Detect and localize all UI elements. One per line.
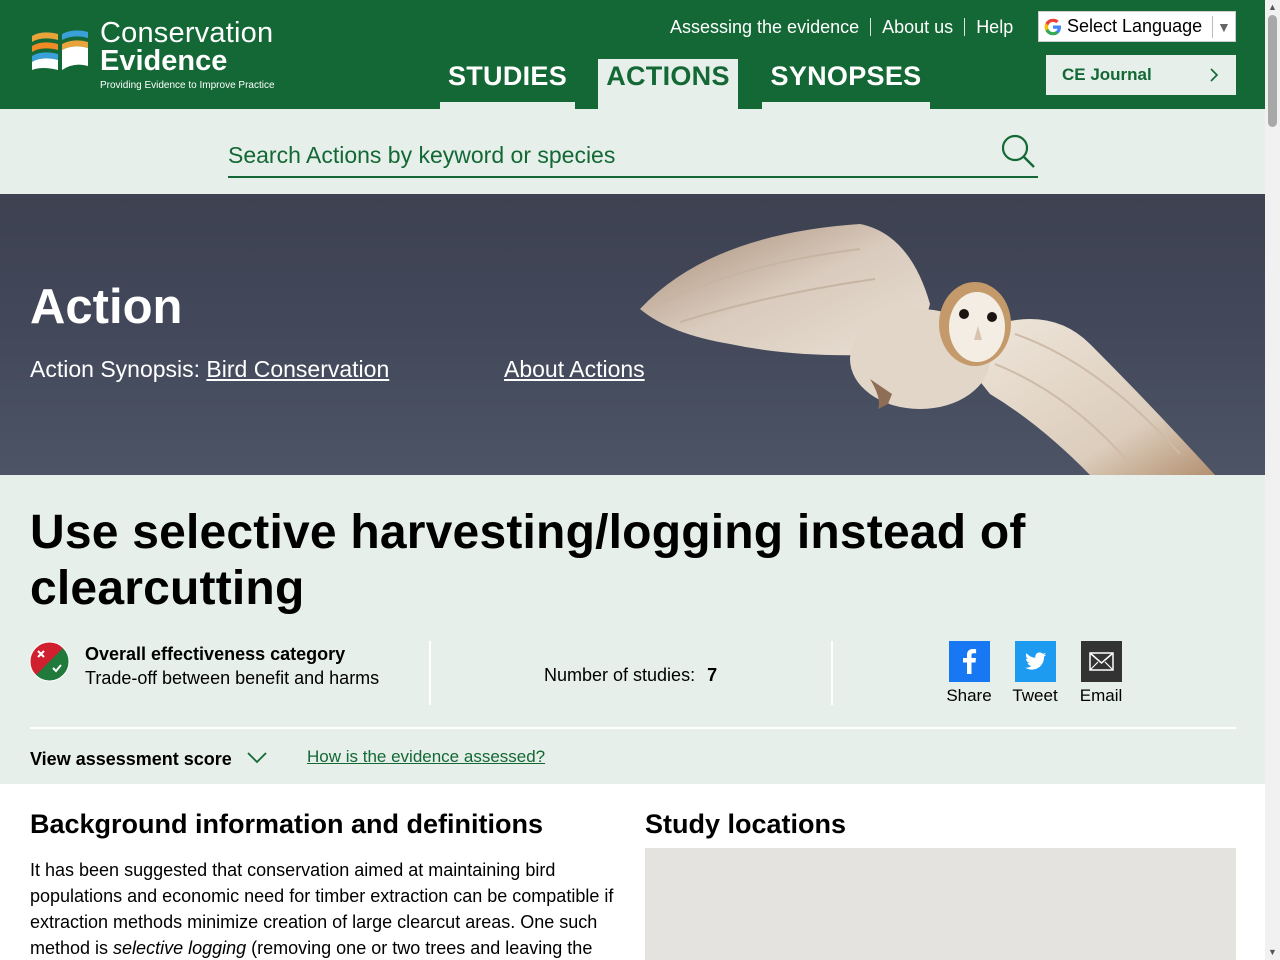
scrollbar-thumb[interactable] [1268, 15, 1277, 127]
chevron-down-icon[interactable] [246, 748, 268, 766]
effectiveness-value: Trade-off between benefit and harms [85, 668, 380, 688]
search-input[interactable] [228, 136, 988, 174]
page-scrollbar[interactable]: ▲ ▼ [1265, 0, 1280, 960]
language-divider [1212, 15, 1213, 38]
share-label: Share [946, 686, 992, 705]
hero-synopsis: Action Synopsis: Bird Conservation [30, 356, 389, 383]
studies-label: Number of studies: [544, 665, 696, 685]
link-about-us[interactable]: About us [882, 17, 953, 38]
site-header: Conservation Evidence Providing Evidence… [0, 0, 1265, 109]
about-actions-link[interactable]: About Actions [504, 356, 645, 383]
study-locations-heading: Study locations [645, 809, 847, 839]
link-separator [870, 18, 872, 36]
email-label: Email [1079, 686, 1123, 705]
background-text-end: (removing one or two trees and leaving t… [246, 938, 593, 958]
synopsis-prefix: Action Synopsis: [30, 356, 201, 382]
google-icon [1044, 18, 1061, 35]
link-help[interactable]: Help [976, 17, 1013, 38]
logo-subtitle: Evidence [100, 45, 228, 77]
background-heading: Background information and definitions [30, 809, 543, 839]
info-divider [831, 641, 833, 705]
facebook-icon [948, 641, 990, 682]
language-select[interactable]: Select Language ▼ [1038, 11, 1236, 42]
search-icon[interactable] [1000, 133, 1036, 169]
info-separator [30, 727, 1236, 729]
background-text-italic: selective logging [113, 938, 247, 958]
search-bar [228, 133, 1038, 178]
share-facebook-button[interactable]: Share [939, 641, 999, 706]
ce-journal-button[interactable]: CE Journal [1046, 55, 1236, 95]
tab-underline [440, 102, 575, 109]
hero-title: Action [30, 280, 183, 334]
background-text: It has been suggested that conservation … [30, 857, 630, 960]
dropdown-arrow-icon: ▼ [1217, 18, 1231, 35]
scroll-up-arrow-icon[interactable]: ▲ [1265, 0, 1280, 15]
twitter-icon [1014, 641, 1056, 682]
tab-underline [762, 102, 930, 109]
barn-owl-image [640, 224, 1215, 475]
action-title: Use selective harvesting/logging instead… [30, 506, 1026, 615]
language-label: Select Language [1067, 16, 1203, 36]
tab-synopses[interactable]: SYNOPSES [762, 59, 930, 109]
study-locations-map[interactable] [645, 848, 1236, 960]
tab-studies-label: STUDIES [447, 61, 568, 91]
effectiveness-heading: Overall effectiveness category [85, 644, 346, 664]
info-divider [429, 641, 431, 705]
site-logo[interactable]: Conservation Evidence Providing Evidence… [30, 18, 290, 94]
top-links: Assessing the evidence About us Help [670, 16, 1013, 38]
email-icon [1080, 641, 1122, 682]
share-email-button[interactable]: Email [1071, 641, 1131, 706]
tab-studies[interactable]: STUDIES [440, 59, 575, 109]
scroll-down-arrow-icon[interactable]: ▼ [1265, 945, 1280, 960]
tab-actions[interactable]: ACTIONS [598, 59, 738, 109]
assessment-toggle[interactable]: View assessment score [30, 749, 232, 770]
effectiveness-tradeoff-icon [29, 641, 70, 682]
link-separator [964, 18, 966, 36]
hero-banner: Action Action Synopsis: Bird Conservatio… [0, 194, 1265, 475]
logo-tagline: Providing Evidence to Improve Practice [100, 80, 275, 91]
chevron-right-icon [1210, 68, 1219, 82]
logo-title: Conservation [100, 17, 274, 49]
tab-synopses-label: SYNOPSES [770, 61, 922, 91]
studies-count: Number of studies: 7 [544, 665, 717, 686]
share-twitter-button[interactable]: Tweet [1005, 641, 1065, 706]
tweet-label: Tweet [1012, 686, 1058, 705]
link-assessing-evidence[interactable]: Assessing the evidence [670, 17, 859, 38]
studies-number: 7 [707, 665, 718, 685]
evidence-assessed-link[interactable]: How is the evidence assessed? [307, 747, 545, 767]
logo-book-icon [32, 30, 88, 70]
tab-actions-label: ACTIONS [606, 61, 730, 91]
ce-journal-label: CE Journal [1062, 65, 1152, 84]
synopsis-link[interactable]: Bird Conservation [206, 356, 389, 382]
